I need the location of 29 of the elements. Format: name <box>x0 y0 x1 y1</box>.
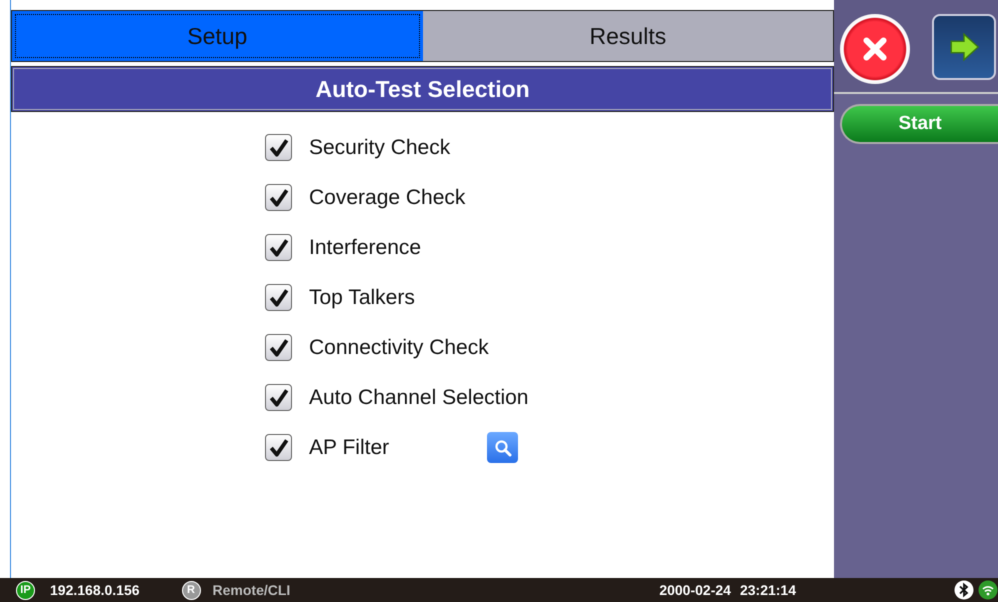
tab[interactable]: Results <box>422 11 834 61</box>
checkbox[interactable] <box>265 434 292 461</box>
test-label: Interference <box>309 236 422 260</box>
checkbox[interactable] <box>265 334 292 361</box>
test-label: Connectivity Check <box>309 336 490 360</box>
checkbox[interactable] <box>265 184 292 211</box>
ip-address: 192.168.0.156 <box>50 582 140 598</box>
wifi-icon <box>978 580 998 600</box>
time: 23:21:14 <box>740 582 796 598</box>
test-label: Security Check <box>309 136 452 160</box>
checkbox[interactable] <box>265 284 292 311</box>
start-button[interactable]: Start <box>840 104 998 144</box>
date: 2000-02-24 <box>659 582 731 598</box>
next-button[interactable] <box>932 14 996 80</box>
section-header: Auto-Test Selection <box>11 66 834 112</box>
checkbox[interactable] <box>265 234 292 261</box>
checkbox[interactable] <box>265 134 292 161</box>
search-button[interactable] <box>487 432 518 463</box>
magnifier-icon <box>492 438 512 458</box>
checkbox[interactable] <box>265 384 292 411</box>
test-label: Coverage Check <box>309 186 466 210</box>
test-label: AP Filter <box>309 436 390 460</box>
test-label: Top Talkers <box>309 286 416 310</box>
test-label: Auto Channel Selection <box>309 386 530 410</box>
remote-status: Remote/CLI <box>212 582 290 598</box>
ip-badge: IP <box>16 580 35 600</box>
bluetooth-icon <box>954 580 974 600</box>
remote-badge: R <box>182 580 201 600</box>
tab[interactable]: Setup <box>12 11 423 61</box>
